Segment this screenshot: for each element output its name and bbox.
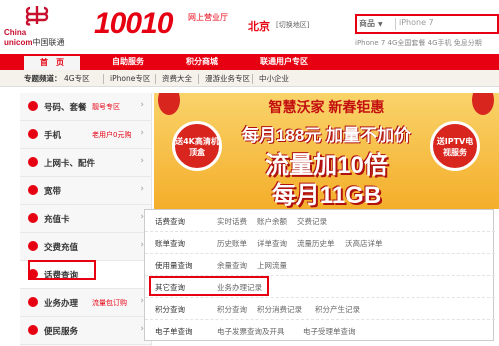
yen-icon: [28, 241, 38, 251]
panel-link[interactable]: 电子受理单查询: [303, 326, 356, 337]
search-box[interactable]: 商品 ▼ iPhone 7: [355, 14, 499, 34]
sidebar-item-label: 交费充值: [44, 243, 79, 253]
unicom-knot-icon: [25, 6, 49, 26]
panel-link[interactable]: 历史账单: [217, 238, 247, 249]
sidebar-item-label: 上网卡、配件: [44, 159, 96, 169]
sidebar-item-label: 号码、套餐: [44, 103, 87, 113]
chevron-down-icon: ▼: [378, 21, 383, 28]
sidebar-item-tag[interactable]: 流量包订购: [92, 298, 127, 308]
sidebar-item-convenience[interactable]: 便民服务 ›: [20, 317, 152, 345]
subnav-item-iphone[interactable]: iPhone专区: [110, 73, 150, 84]
highlight-other-query-row: [149, 276, 269, 296]
panel-link[interactable]: 流量历史单: [297, 238, 335, 249]
sidebar-item-topup-card[interactable]: 充值卡 ›: [20, 205, 152, 233]
panel-link[interactable]: 实时话费: [217, 216, 247, 227]
nav-self-service[interactable]: 自助服务: [96, 54, 160, 70]
sidebar-item-label: 宽带: [44, 187, 62, 197]
panel-row-key[interactable]: 话费查询: [155, 216, 185, 227]
main-nav: 首 页 自助服务 积分商城 联通用户专区: [0, 54, 499, 70]
search-input[interactable]: iPhone 7: [399, 18, 434, 27]
datacard-icon: [28, 157, 38, 167]
panel-link[interactable]: 积分消费记录: [257, 304, 302, 315]
search-category-select[interactable]: 商品 ▼: [359, 18, 383, 29]
sidebar-item-datacard[interactable]: 上网卡、配件 ›: [20, 149, 152, 177]
panel-link[interactable]: 电子发票查询及开具: [217, 326, 285, 337]
chevron-right-icon: ›: [140, 184, 144, 194]
sidebar-item-phone[interactable]: 手机 老用户0元购 ›: [20, 121, 152, 149]
panel-link[interactable]: 沃高店详单: [345, 238, 383, 249]
sidebar-item-label: 便民服务: [44, 327, 79, 337]
home-icon: [28, 185, 38, 195]
sidebar-item-business[interactable]: 业务办理 流量包订购 ›: [20, 289, 152, 317]
nav-home[interactable]: 首 页: [24, 54, 80, 70]
panel-link[interactable]: 账户余额: [257, 216, 287, 227]
panel-row-usage: 使用量查询 余量查询 上网流量: [145, 254, 495, 276]
topic-channel-bar: 专题频道： 4G专区 iPhone专区 资费大全 漫游业务专区 中小企业: [0, 70, 499, 87]
subnav-item-sme[interactable]: 中小企业: [259, 73, 289, 84]
sidebar-item-payment[interactable]: 交费充值 ›: [20, 233, 152, 261]
badge-set-top-box: 送4K高清机顶盒: [172, 121, 222, 171]
chevron-right-icon: ›: [140, 128, 144, 138]
panel-link[interactable]: 积分查询: [217, 304, 247, 315]
panel-link[interactable]: 详单查询: [257, 238, 287, 249]
panel-row-key[interactable]: 账单查询: [155, 238, 185, 249]
panel-row-fee: 话费查询 实时话费 账户余额 交费记录: [145, 210, 495, 232]
card-icon: [28, 213, 38, 223]
subnav-prefix: 专题频道：: [24, 74, 62, 83]
sidebar-item-label: 业务办理: [44, 299, 79, 309]
search-divider: [395, 18, 396, 30]
chevron-right-icon: ›: [140, 100, 144, 110]
promo-banner[interactable]: 智慧沃家 新春钜惠 每月188元 加量不加价 流量加10倍 每月11GB 送4K…: [154, 93, 499, 209]
phone-icon: [28, 129, 38, 139]
switch-region-link[interactable]: [切换地区]: [276, 20, 309, 30]
panel-link[interactable]: 余量查询: [217, 260, 247, 271]
fee-query-flyout: 话费查询 实时话费 账户余额 交费记录 账单查询 历史账单 详单查询 流量历史单…: [144, 209, 495, 342]
banner-headline: 智慧沃家 新春钜惠: [268, 99, 385, 115]
panel-row-key[interactable]: 电子单查询: [155, 326, 193, 337]
subnav-item-4g[interactable]: 4G专区: [64, 73, 90, 84]
panel-row-edoc: 电子单查询 电子发票查询及开具 电子受理单查询: [145, 320, 495, 342]
subnav-item-tariffs[interactable]: 资费大全: [162, 73, 192, 84]
panel-row-key[interactable]: 使用量查询: [155, 260, 193, 271]
subnav-item-roaming[interactable]: 漫游业务专区: [205, 73, 250, 84]
sidebar-item-label: 充值卡: [44, 215, 70, 225]
panel-link[interactable]: 积分产生记录: [315, 304, 360, 315]
hot-search-words[interactable]: iPhone 7 4G全国套餐 4G手机 免息分期: [355, 38, 482, 48]
sim-icon: [28, 101, 38, 111]
current-city: 北京: [248, 20, 270, 33]
divider: [252, 74, 253, 84]
nav-user-zone[interactable]: 联通用户专区: [244, 54, 324, 70]
divider: [155, 74, 156, 84]
sidebar-item-tag[interactable]: 靓号专区: [92, 102, 120, 112]
divider: [103, 74, 104, 84]
nav-points-mall[interactable]: 积分商城: [170, 54, 234, 70]
highlight-fee-query: [28, 260, 96, 280]
panel-row-bill: 账单查询 历史账单 详单查询 流量历史单 沃高店详单: [145, 232, 495, 254]
panel-row-points: 积分查询 积分查询 积分消费记录 积分产生记录: [145, 298, 495, 320]
brand-name: China unicom中国联通: [4, 28, 65, 47]
sidebar-item-label: 手机: [44, 131, 62, 141]
banner-line-4: 每月11GB: [271, 182, 382, 209]
chevron-right-icon: ›: [140, 156, 144, 166]
tagline: 网上营业厅: [188, 13, 228, 22]
divider: [198, 74, 199, 84]
category-sidebar: 号码、套餐 靓号专区 › 手机 老用户0元购 › 上网卡、配件 › 宽带 › 充…: [20, 93, 152, 346]
person-icon: [28, 297, 38, 307]
panel-link[interactable]: 交费记录: [297, 216, 327, 227]
service-icon: [28, 325, 38, 335]
panel-link[interactable]: 上网流量: [257, 260, 287, 271]
sidebar-item-tag[interactable]: 老用户0元购: [92, 130, 131, 140]
hotline-number: 10010: [94, 7, 173, 40]
sidebar-item-number-plan[interactable]: 号码、套餐 靓号专区 ›: [20, 93, 152, 121]
unicom-logo[interactable]: China unicom中国联通: [4, 4, 94, 48]
badge-iptv: 送IPTV电视服务: [430, 121, 480, 171]
sidebar-item-broadband[interactable]: 宽带 ›: [20, 177, 152, 205]
panel-row-key[interactable]: 积分查询: [155, 304, 185, 315]
